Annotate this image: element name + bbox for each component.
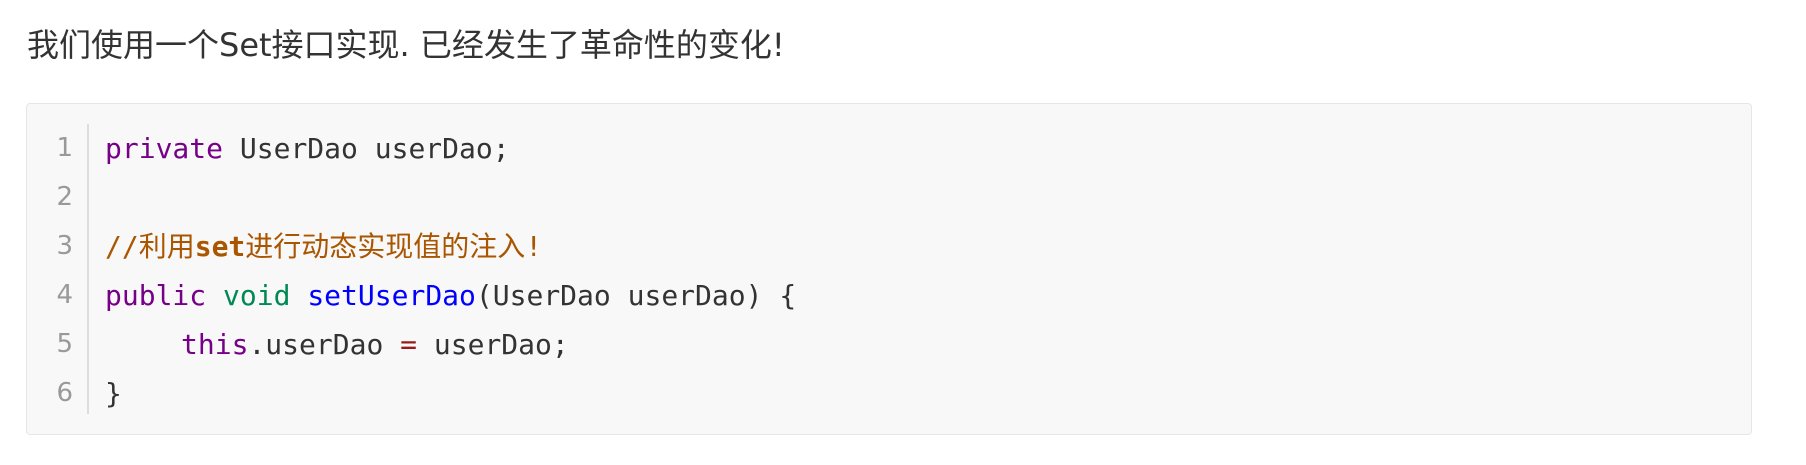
code-line-4: public void setUserDao(UserDao userDao) … (105, 271, 796, 320)
comment-suffix: 进行动态实现值的注入! (245, 230, 543, 263)
line-number: 2 (56, 182, 73, 212)
line-number: 1 (56, 133, 73, 163)
code-block: 1 2 3 4 5 6 private UserDao userDao; //利… (26, 103, 1752, 435)
keyword-public: public (105, 279, 207, 312)
comment-prefix: //利用 (105, 230, 195, 263)
keyword-private: private (105, 132, 224, 165)
line-number: 4 (56, 280, 73, 310)
line-number: 6 (56, 378, 73, 408)
line-number: 3 (56, 231, 73, 261)
operator-assign: = (400, 328, 418, 361)
code-text: userDao; (417, 328, 569, 361)
page: 我们使用一个Set接口实现. 已经发生了革命性的变化! 1 2 3 4 5 6 … (0, 0, 1806, 465)
code-line-5: this.userDao = userDao; (105, 320, 796, 369)
code-line-3: //利用set进行动态实现值的注入! (105, 222, 796, 271)
code-content: private UserDao userDao; //利用set进行动态实现值的… (105, 124, 796, 418)
keyword-this: this (181, 328, 249, 361)
line-number-gutter: 1 2 3 4 5 6 (27, 124, 89, 414)
code-line-1: private UserDao userDao; (105, 124, 796, 173)
intro-paragraph: 我们使用一个Set接口实现. 已经发生了革命性的变化! (27, 26, 785, 64)
code-text: UserDao userDao; (223, 132, 510, 165)
code-text: (UserDao userDao) { (475, 279, 797, 312)
type-void: void (223, 279, 291, 312)
closing-brace: } (105, 377, 122, 410)
function-name: setUserDao (307, 279, 476, 312)
code-line-6: } (105, 369, 796, 418)
code-text: .userDao (248, 328, 401, 361)
comment-bold: set (194, 230, 246, 263)
line-number: 5 (56, 329, 73, 359)
comment: //利用set进行动态实现值的注入! (105, 230, 542, 263)
